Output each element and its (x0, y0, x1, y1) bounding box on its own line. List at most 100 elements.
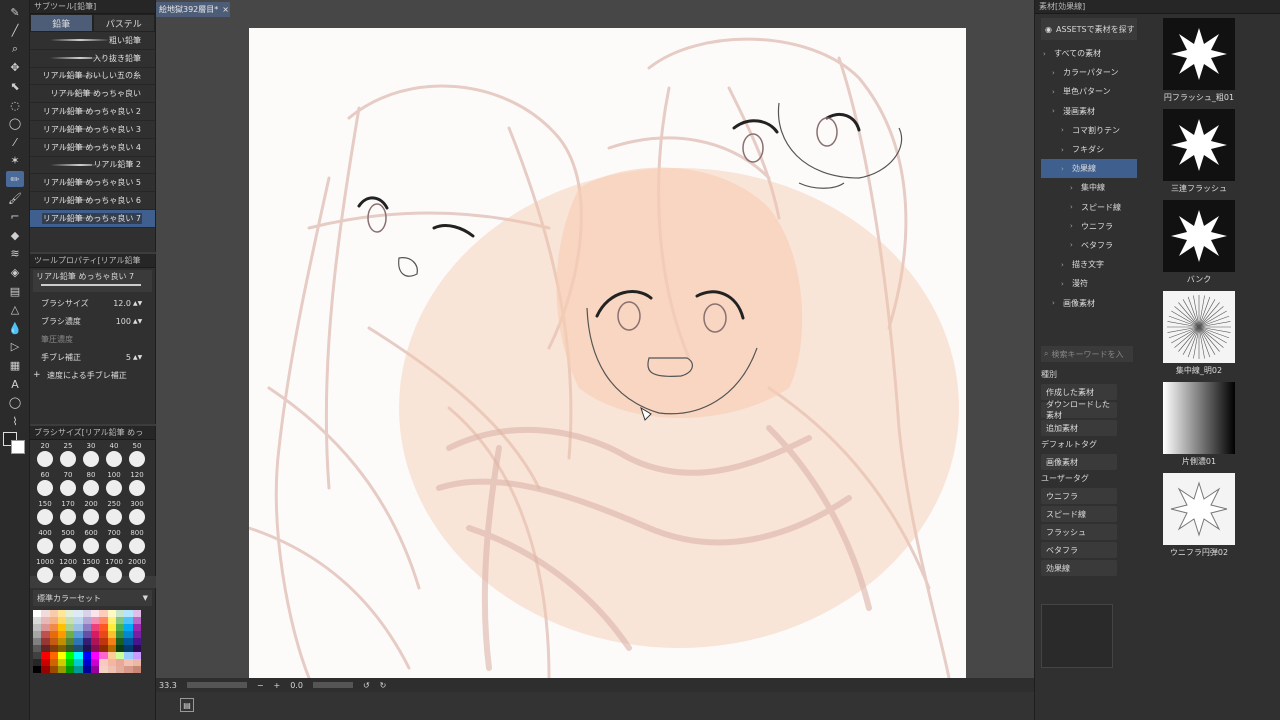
spin-icon[interactable]: ▲▼ (133, 300, 142, 307)
color-swatch-cell[interactable] (41, 617, 50, 624)
color-swatch-cell[interactable] (91, 659, 100, 666)
brush-size-preset[interactable]: 25 (57, 442, 79, 471)
color-swatch-cell[interactable] (91, 645, 100, 652)
color-swatch-cell[interactable] (115, 638, 125, 645)
color-swatch-cell[interactable] (115, 659, 125, 666)
plus-icon[interactable]: + (33, 370, 41, 380)
color-swatch-cell[interactable] (33, 666, 42, 673)
color-swatch-cell[interactable] (107, 652, 116, 659)
material-thumbnail[interactable]: 集中線_明02 (1159, 291, 1239, 378)
color-swatch-cell[interactable] (91, 610, 100, 617)
chevron-down-icon[interactable]: ▼ (143, 594, 148, 602)
color-swatch-cell[interactable] (66, 624, 75, 631)
tag-button[interactable]: ベタフラ (1041, 542, 1117, 558)
color-swatch-cell[interactable] (124, 645, 133, 652)
color-swatch-cell[interactable] (82, 610, 92, 617)
color-swatch-cell[interactable] (33, 652, 42, 659)
color-swatch-cell[interactable] (57, 617, 67, 624)
chevron-right-icon[interactable]: › (1070, 241, 1079, 249)
color-swatch-cell[interactable] (115, 645, 125, 652)
color-swatch-cell[interactable] (57, 645, 67, 652)
brush-item[interactable]: リアル鉛筆 めっちゃ良い 2 (30, 103, 155, 121)
color-swatch-cell[interactable] (49, 652, 58, 659)
brush-size-preset[interactable]: 200 (80, 500, 102, 529)
brush-item[interactable]: リアル鉛筆 めっちゃ良い (30, 85, 155, 104)
color-swatch-cell[interactable] (41, 638, 50, 645)
material-thumbnail[interactable]: 円フラッシュ_粗01 (1159, 18, 1239, 105)
material-tree-item[interactable]: › 集中線 (1041, 178, 1137, 197)
material-tree-item[interactable]: › フキダシ (1041, 140, 1137, 159)
color-swatch-cell[interactable] (49, 624, 58, 631)
color-swatch-cell[interactable] (99, 610, 108, 617)
color-swatch-cell[interactable] (66, 617, 75, 624)
color-swatch-cell[interactable] (91, 617, 100, 624)
color-swatch-cell[interactable] (91, 624, 100, 631)
color-swatch-cell[interactable] (74, 631, 83, 638)
brush-size-preset[interactable]: 60 (34, 471, 56, 500)
color-swatch-cell[interactable] (66, 638, 75, 645)
color-swatch-cell[interactable] (41, 666, 50, 673)
eraser-icon[interactable]: ◆ (6, 227, 24, 243)
brush-item[interactable]: 粗い鉛筆 (30, 32, 155, 50)
color-swatch-cell[interactable] (99, 659, 108, 666)
color-swatch-cell[interactable] (107, 624, 116, 631)
color-swatch-cell[interactable] (49, 617, 58, 624)
figure-icon[interactable]: △ (6, 302, 24, 318)
color-swatch-cell[interactable] (33, 617, 42, 624)
color-swatch-cell[interactable] (57, 652, 67, 659)
color-swatch-cell[interactable] (57, 610, 67, 617)
color-swatch-cell[interactable] (66, 652, 75, 659)
brush-item[interactable]: リアル鉛筆 めっちゃ良い 6 (30, 192, 155, 210)
brush-size-value[interactable]: 12.0 (105, 299, 131, 308)
color-swatch-cell[interactable] (124, 652, 133, 659)
color-swatch-cell[interactable] (82, 638, 92, 645)
color-swatch-cell[interactable] (132, 638, 141, 645)
color-swatch-cell[interactable] (124, 631, 133, 638)
material-tree-item[interactable]: › カラーパターン (1041, 63, 1137, 82)
tab-pastel[interactable]: パステル (92, 14, 155, 32)
chevron-right-icon[interactable]: › (1052, 299, 1061, 307)
material-tree-item[interactable]: › スピード線 (1041, 198, 1137, 217)
color-swatch-cell[interactable] (91, 631, 100, 638)
color-swatch-cell[interactable] (99, 652, 108, 659)
material-thumbnail[interactable]: 三連フラッシュ (1159, 109, 1239, 196)
brush-size-preset[interactable]: 150 (34, 500, 56, 529)
assets-search-button[interactable]: ◉ ASSETSで素材を探す (1041, 18, 1137, 40)
color-swatch-cell[interactable] (124, 659, 133, 666)
material-tree-item[interactable]: › ベタフラ (1041, 236, 1137, 255)
line-icon[interactable]: ╱ (6, 23, 24, 39)
material-thumbnail[interactable]: ウニフラ円弾02 (1159, 473, 1239, 560)
tag-button[interactable]: ダウンロードした素材 (1041, 400, 1117, 420)
color-swatch-cell[interactable] (49, 645, 58, 652)
chevron-right-icon[interactable]: › (1052, 107, 1061, 115)
brush-size-preset[interactable]: 170 (57, 500, 79, 529)
brush-size-preset[interactable]: 1200 (57, 558, 79, 587)
color-swatch-cell[interactable] (66, 610, 75, 617)
zoom-value[interactable]: 33.3 (159, 681, 177, 690)
material-search-input[interactable]: ⌕ 検索キーワードを入 (1041, 346, 1133, 362)
color-swatch-cell[interactable] (74, 638, 83, 645)
tag-button[interactable]: 作成した素材 (1041, 384, 1117, 400)
color-swatch-cell[interactable] (107, 666, 116, 673)
brush-size-preset[interactable]: 800 (126, 529, 148, 558)
color-swatch-cell[interactable] (124, 610, 133, 617)
color-swatch-cell[interactable] (115, 617, 125, 624)
color-swatch-cell[interactable] (33, 659, 42, 666)
brush-icon[interactable]: 🖌 (6, 190, 24, 206)
color-swatch-cell[interactable] (132, 624, 141, 631)
brush-item[interactable]: リアル鉛筆 めっちゃ良い 3 (30, 121, 155, 139)
color-set-select[interactable]: 標準カラーセット ▼ (33, 590, 152, 606)
color-swatch-cell[interactable] (99, 666, 108, 673)
correction-icon[interactable]: ⌇ (6, 413, 24, 429)
color-swatch-cell[interactable] (115, 610, 125, 617)
eyedropper-icon[interactable]: ⁄ (6, 134, 24, 150)
brush-size-preset[interactable]: 2000 (126, 558, 148, 587)
color-swatch-cell[interactable] (74, 659, 83, 666)
color-swatch-cell[interactable] (107, 617, 116, 624)
color-swatch-cell[interactable] (74, 610, 83, 617)
color-swatch-cell[interactable] (57, 659, 67, 666)
rotate-slider[interactable] (312, 682, 353, 688)
airbrush-icon[interactable]: ⌐ (6, 209, 24, 225)
spin-icon[interactable]: ▲▼ (133, 354, 142, 361)
brush-size-preset[interactable]: 300 (126, 500, 148, 529)
